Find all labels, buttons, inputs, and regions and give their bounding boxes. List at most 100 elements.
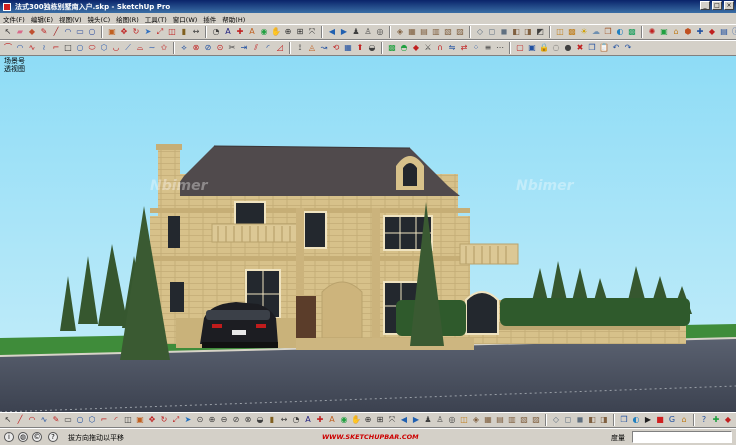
b-select-icon[interactable]: ↖ [3, 415, 13, 425]
b-offset-icon[interactable]: ◫ [123, 415, 133, 425]
materials-icon[interactable]: ◐ [615, 27, 625, 37]
b-pushpull-icon[interactable]: ▣ [135, 415, 145, 425]
orbit-icon[interactable]: ◉ [259, 27, 269, 37]
b-help-icon[interactable]: ? [699, 415, 709, 425]
paint-icon[interactable]: ◆ [27, 27, 37, 37]
eraser-icon[interactable]: ▰ [15, 27, 25, 37]
b-hidden-icon[interactable]: ◼ [575, 415, 585, 425]
b-shell-icon[interactable]: ◒ [255, 415, 265, 425]
b-solid-trim-icon[interactable]: ⊘ [231, 415, 241, 425]
front-view-icon[interactable]: ▤ [419, 27, 429, 37]
menu-draw[interactable]: 绘图(R) [113, 14, 142, 24]
fog-icon[interactable]: ☁ [591, 27, 601, 37]
arc-icon[interactable]: ◠ [63, 27, 73, 37]
smooth-icon[interactable]: ◓ [399, 43, 409, 53]
circle-icon[interactable]: ○ [87, 27, 97, 37]
offset-icon[interactable]: ◫ [167, 27, 177, 37]
ruby-icon[interactable]: ◆ [707, 27, 717, 37]
share-icon[interactable]: ⬢ [683, 27, 693, 37]
b-extension-icon[interactable]: ✚ [711, 415, 721, 425]
b-right-icon[interactable]: ▥ [507, 415, 517, 425]
shape-curve-icon[interactable]: ⌒ [3, 43, 13, 53]
b-section-icon[interactable]: ◫ [459, 415, 469, 425]
menu-view[interactable]: 视图(V) [56, 14, 85, 24]
shape-spline-icon[interactable]: ∿ [27, 43, 37, 53]
distribute-icon[interactable]: ⋯ [495, 43, 505, 53]
menu-file[interactable]: 文件(F) [0, 14, 28, 24]
b-solid-split-icon[interactable]: ⊗ [243, 415, 253, 425]
xray-icon[interactable]: ◇ [475, 27, 485, 37]
b-rect-icon[interactable]: ▭ [63, 415, 73, 425]
menu-help[interactable]: 帮助(H) [219, 14, 248, 24]
line-icon[interactable]: ╱ [51, 27, 61, 37]
photo-texture-icon[interactable]: ▣ [659, 27, 669, 37]
close-button[interactable]: × [724, 1, 734, 10]
menu-tools[interactable]: 工具(T) [142, 14, 170, 24]
rail-icon[interactable]: ⟟ [295, 43, 305, 53]
menu-window[interactable]: 窗口(W) [170, 14, 201, 24]
geo-icon[interactable]: ✺ [647, 27, 657, 37]
subdivide-icon[interactable]: ▩ [387, 43, 397, 53]
shape-circle-icon[interactable]: ○ [75, 43, 85, 53]
follow-me-icon[interactable]: ➤ [143, 27, 153, 37]
axes-icon[interactable]: ✚ [235, 27, 245, 37]
b-move-icon[interactable]: ✥ [147, 415, 157, 425]
weld-icon[interactable]: ⟡ [179, 43, 189, 53]
b-circle-icon[interactable]: ○ [75, 415, 85, 425]
section-cut-icon[interactable]: ▩ [567, 27, 577, 37]
status-credits-icon[interactable]: © [32, 432, 42, 442]
shape-zigzag-icon[interactable]: ≀ [39, 43, 49, 53]
b-corner-icon[interactable]: ⌐ [99, 415, 109, 425]
lathe-icon[interactable]: ⟲ [331, 43, 341, 53]
b-plugin-icon[interactable]: ◆ [723, 415, 733, 425]
b-arc-icon[interactable]: ◠ [27, 415, 37, 425]
3d-text-icon[interactable]: A [247, 27, 257, 37]
minimize-button[interactable]: _ [700, 1, 710, 10]
push-pull-icon[interactable]: ▣ [107, 27, 117, 37]
array-icon[interactable]: ⁘ [471, 43, 481, 53]
b-iso-icon[interactable]: ◈ [471, 415, 481, 425]
shape-corner-icon[interactable]: ⌐ [51, 43, 61, 53]
dimension-icon[interactable]: ↔ [191, 27, 201, 37]
model-viewport[interactable]: 场景号 透视图 Nbimer Nbimer [0, 56, 736, 412]
maximize-button[interactable]: □ [712, 1, 722, 10]
intersect-icon[interactable]: ⊙ [215, 43, 225, 53]
b-intersect-icon[interactable]: ⊙ [195, 415, 205, 425]
undo-icon[interactable]: ↶ [611, 43, 621, 53]
delete-icon[interactable]: ✖ [575, 43, 585, 53]
paste-icon[interactable]: 📋 [599, 43, 609, 53]
knife-icon[interactable]: ⚔ [423, 43, 433, 53]
extend-icon[interactable]: ⇥ [239, 43, 249, 53]
status-info-icon[interactable]: i [4, 432, 14, 442]
b-google-icon[interactable]: G [667, 415, 677, 425]
look-around-icon[interactable]: ◎ [375, 27, 385, 37]
b-get-models-icon[interactable]: ⌂ [679, 415, 689, 425]
lock-icon[interactable]: 🔒 [539, 43, 549, 53]
walk-icon[interactable]: ♙ [363, 27, 373, 37]
right-view-icon[interactable]: ▥ [431, 27, 441, 37]
left-view-icon[interactable]: ▨ [455, 27, 465, 37]
b-look-icon[interactable]: ◎ [447, 415, 457, 425]
shape-hexagon-icon[interactable]: ⬡ [99, 43, 109, 53]
loft-icon[interactable]: ◬ [307, 43, 317, 53]
redo-icon[interactable]: ↷ [623, 43, 633, 53]
pan-icon[interactable]: ✋ [271, 27, 281, 37]
menu-plugins[interactable]: 插件 [200, 14, 219, 24]
sketchup-app-icon[interactable] [3, 2, 11, 11]
zoom-window-icon[interactable]: ⊞ [295, 27, 305, 37]
b-scale-icon[interactable]: ⤢ [171, 415, 181, 425]
b-camera-icon[interactable]: ♟ [423, 415, 433, 425]
protractor-icon[interactable]: ◔ [211, 27, 221, 37]
shadow-icon[interactable]: ☀ [579, 27, 589, 37]
shape-wave-icon[interactable]: ∼ [147, 43, 157, 53]
rectangle-icon[interactable]: ▭ [75, 27, 85, 37]
b-followme-icon[interactable]: ➤ [183, 415, 193, 425]
b-zoomwin-icon[interactable]: ⊞ [375, 415, 385, 425]
components-icon[interactable]: ❒ [603, 27, 613, 37]
trim-icon[interactable]: ✂ [227, 43, 237, 53]
b-shaded-icon[interactable]: ◧ [587, 415, 597, 425]
shape-ellipse-icon[interactable]: ⬭ [87, 43, 97, 53]
b-back-icon[interactable]: ▧ [519, 415, 529, 425]
b-next-icon[interactable]: ▶ [411, 415, 421, 425]
b-dim-icon[interactable]: ↔ [279, 415, 289, 425]
